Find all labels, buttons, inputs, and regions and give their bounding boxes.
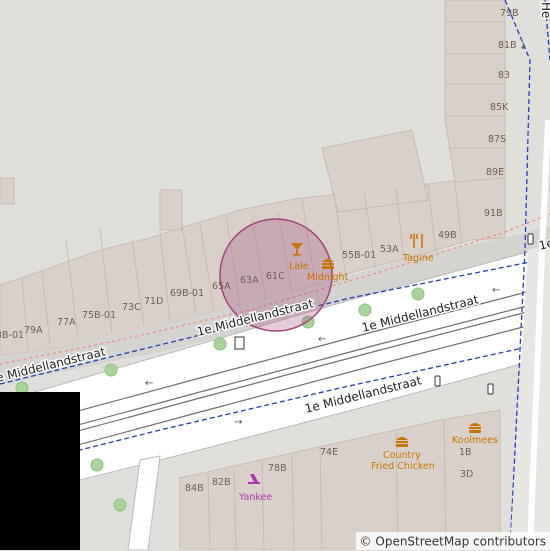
house-number-label: 79A bbox=[24, 325, 43, 336]
house-number-label: 82B bbox=[212, 477, 231, 488]
occluding-black-box bbox=[0, 392, 80, 550]
house-number-label: 89E bbox=[486, 167, 504, 178]
poi-label-lale[interactable]: Lale bbox=[289, 261, 309, 272]
map-canvas[interactable]: ← ← ← → ↓ 3B-0179A 77A 75B-01 73C71D 69B-01 6… bbox=[0, 0, 550, 550]
attribution-text[interactable]: OpenStreetMap contributors bbox=[375, 535, 546, 549]
house-number-label: 3B-01 bbox=[0, 330, 24, 341]
fast-food-icon bbox=[396, 437, 408, 447]
copyright-symbol: © bbox=[360, 535, 372, 549]
house-number-label: 65A bbox=[212, 281, 231, 292]
house-number-label: 91B bbox=[484, 208, 503, 219]
svg-text:←: ← bbox=[145, 378, 153, 389]
house-number-label: 63A bbox=[240, 275, 259, 286]
poi-label-koolmees[interactable]: Koolmees bbox=[452, 435, 498, 446]
house-number-label: 1B bbox=[459, 447, 472, 458]
svg-text:←: ← bbox=[318, 334, 326, 345]
house-number-label: 73C bbox=[122, 302, 141, 313]
house-number-label: 3D bbox=[460, 469, 473, 480]
house-number-label: 81B bbox=[498, 40, 517, 51]
house-number-label: 53A bbox=[380, 244, 399, 255]
house-number-label: 83 bbox=[498, 70, 510, 81]
bus-stop-icon bbox=[235, 337, 244, 349]
svg-text:←: ← bbox=[492, 285, 500, 296]
house-number-label: 74E bbox=[320, 447, 338, 458]
house-number-label: 79B bbox=[500, 8, 519, 19]
house-number-label: 49B bbox=[438, 230, 457, 241]
house-number-label: 77A bbox=[57, 317, 76, 328]
attribution[interactable]: © OpenStreetMap contributors bbox=[356, 532, 550, 550]
poi-label-tagine[interactable]: Tagine bbox=[402, 253, 434, 264]
house-number-label: 55B-01 bbox=[342, 250, 376, 261]
svg-text:↓: ↓ bbox=[519, 41, 527, 52]
street-label: 1e bbox=[537, 236, 550, 253]
poi-label-country-fried-chicken-2[interactable]: Fried Chicken bbox=[371, 461, 435, 472]
poi-label-country-fried-chicken-1[interactable]: Country bbox=[383, 450, 421, 461]
house-number-label: 69B-01 bbox=[170, 288, 204, 299]
house-number-label: 85K bbox=[490, 102, 509, 113]
house-number-label: 71D bbox=[144, 296, 163, 307]
house-number-label: 78B bbox=[268, 463, 287, 474]
street-label: He bbox=[539, 2, 550, 18]
house-number-label: 75B-01 bbox=[82, 310, 116, 321]
poi-label-yankee[interactable]: Yankee bbox=[238, 492, 272, 503]
svg-text:→: → bbox=[234, 417, 242, 428]
fast-food-icon bbox=[469, 423, 481, 433]
poi-label-midnight[interactable]: Midnight bbox=[307, 272, 349, 283]
fast-food-icon bbox=[322, 259, 334, 269]
house-number-label: 84B bbox=[185, 483, 204, 494]
house-number-label: 87S bbox=[488, 134, 506, 145]
house-number-label: 61C bbox=[266, 271, 285, 282]
